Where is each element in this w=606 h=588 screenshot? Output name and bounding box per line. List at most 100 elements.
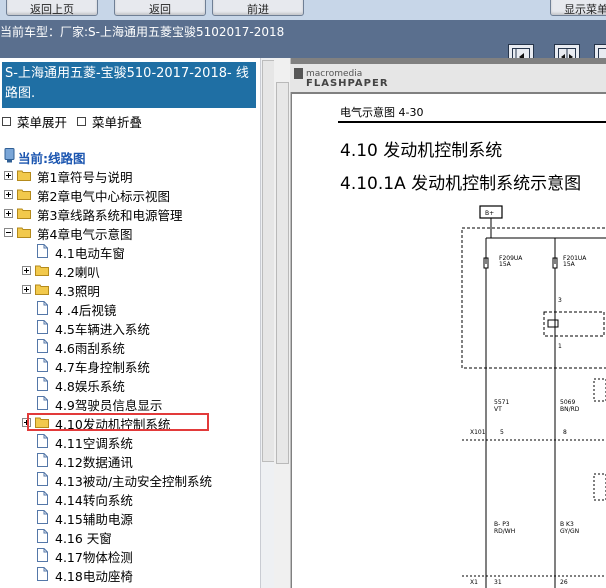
return-button[interactable]: 返回: [114, 0, 206, 16]
subsection-heading: 4.10.1A 发动机控制系统示意图: [340, 174, 582, 194]
tree-item[interactable]: 4.17物体检测: [0, 546, 258, 565]
tree-item[interactable]: 4.15辅助电源: [0, 508, 258, 527]
tree-current[interactable]: 当前:线路图: [0, 147, 258, 166]
fuse-block-outline: [461, 227, 606, 369]
connector-1-pin-2: 8: [563, 429, 567, 436]
tree-item[interactable]: 4.9驾驶员信息显示: [0, 394, 258, 413]
flashpaper-toolbar: macromedia FLASHPAPER: [290, 64, 606, 92]
tree-item-label: 4.8娱乐系统: [55, 379, 125, 394]
tree-item[interactable]: 4.11空调系统: [0, 432, 258, 451]
wire-2-id: 5069: [560, 399, 575, 406]
tree-item-label: 4.1电动车窗: [55, 246, 125, 261]
tree-item[interactable]: 4.8娱乐系统: [0, 375, 258, 394]
computer-icon: [4, 148, 15, 163]
back-button-label: 返回上页: [30, 3, 74, 16]
tree-item-label: 4.2喇叭: [55, 265, 100, 280]
document-icon: [37, 548, 48, 562]
wire-4-color: GY/GN: [560, 528, 579, 535]
collapse-all-link[interactable]: 菜单折叠: [77, 112, 142, 131]
folder-icon: [17, 189, 31, 200]
selection-highlight-box: [27, 413, 209, 431]
wire-2-color: BN/RD: [560, 406, 580, 413]
tree-item[interactable]: 第3章线路系统和电源管理: [0, 204, 258, 223]
tree-item[interactable]: 4.12数据通讯: [0, 451, 258, 470]
page-header: 电气示意图 4-30: [340, 106, 424, 119]
tree-item-label: 第4章电气示意图: [37, 227, 133, 242]
document-icon: [37, 358, 48, 372]
tree-item-label: 4.6雨刮系统: [55, 341, 125, 356]
tree-item-label: 4.5车辆进入系统: [55, 322, 150, 337]
tree-item[interactable]: 4.6雨刮系统: [0, 337, 258, 356]
wire-1-id: 5571: [494, 399, 509, 406]
tree-item[interactable]: 第4章电气示意图: [0, 223, 258, 242]
expand-plus-icon[interactable]: [4, 190, 13, 199]
expand-plus-icon[interactable]: [22, 285, 31, 294]
flashpaper-logo: macromedia FLASHPAPER: [294, 68, 389, 89]
tree-item-label: 4 .4后视镜: [55, 303, 117, 318]
connector-2-pin-1: 31: [494, 579, 502, 586]
connector-1-pin-1: 5: [500, 429, 504, 436]
tree-item[interactable]: 4.5车辆进入系统: [0, 318, 258, 337]
tree-item-label: 4.17物体检测: [55, 550, 133, 565]
document-icon: [37, 510, 48, 524]
tree-current-label: 当前:线路图: [18, 151, 86, 166]
expand-all-label: 菜单展开: [17, 115, 68, 130]
tree-item[interactable]: 第1章符号与说明: [0, 166, 258, 185]
tree-item-label: 第2章电气中心标示视图: [37, 189, 170, 204]
folder-icon: [35, 284, 49, 295]
folder-icon: [17, 170, 31, 181]
expand-plus-icon[interactable]: [22, 266, 31, 275]
viewer-scrollbar-thumb[interactable]: [276, 82, 289, 464]
document-icon: [37, 301, 48, 315]
forward-button[interactable]: 前进: [212, 0, 304, 16]
relay-pin-top: 3: [558, 297, 562, 304]
connector-2-pin-2: 26: [560, 579, 568, 586]
expand-all-link[interactable]: 菜单展开: [2, 112, 67, 131]
tree-item[interactable]: 4.18电动座椅: [0, 565, 258, 584]
section-heading: 4.10 发动机控制系统: [340, 141, 503, 161]
tree-item-label: 4.3照明: [55, 284, 100, 299]
tree-item-label: 4.12数据通讯: [55, 455, 133, 470]
tree-item[interactable]: 4.13被动/主动安全控制系统: [0, 470, 258, 489]
tree-item[interactable]: 4.14转向系统: [0, 489, 258, 508]
relay-coil-symbol: [547, 319, 559, 328]
wire-4-id: B K3: [560, 521, 574, 528]
panel-splitter[interactable]: [260, 58, 275, 588]
tree-item-label: 4.18电动座椅: [55, 569, 133, 584]
document-icon: [37, 377, 48, 391]
fuse-1-rating: 15A: [499, 261, 512, 268]
tree-item[interactable]: 4.3照明: [0, 280, 258, 299]
tree-item[interactable]: 4.2喇叭: [0, 261, 258, 280]
tree-item-label: 4.15辅助电源: [55, 512, 133, 527]
expand-plus-icon[interactable]: [4, 171, 13, 180]
tree-item[interactable]: 4.1电动车窗: [0, 242, 258, 261]
document-icon: [37, 567, 48, 581]
tree-item[interactable]: 4.16 天窗: [0, 527, 258, 546]
car-model-label: 当前车型：厂家:S-上海通用五菱宝骏5102017-2018: [0, 25, 285, 39]
tree-item[interactable]: 第2章电气中心标示视图: [0, 185, 258, 204]
collapse-all-label: 菜单折叠: [92, 115, 143, 130]
expand-plus-icon[interactable]: [4, 209, 13, 218]
show-menu-button[interactable]: 显示菜单: [550, 0, 606, 16]
wire-1-color: VT: [494, 406, 502, 413]
wire-3-id: B- P3: [494, 521, 510, 528]
document-icon: [37, 339, 48, 353]
show-menu-label: 显示菜单: [564, 3, 606, 16]
document-page: 电气示意图 4-30 4.10 发动机控制系统 4.10.1A 发动机控制系统示…: [292, 94, 606, 588]
back-button[interactable]: 返回上页: [6, 0, 98, 16]
document-icon: [37, 396, 48, 410]
expand-all-icon: [2, 117, 11, 126]
tree-item-label: 第3章线路系统和电源管理: [37, 208, 183, 223]
document-icon: [37, 320, 48, 334]
wire-3-color: RD/WH: [494, 528, 515, 535]
tree-item[interactable]: 4 .4后视镜: [0, 299, 258, 318]
forward-button-label: 前进: [247, 3, 269, 16]
document-icon: [37, 244, 48, 258]
tree-item[interactable]: 4.7车身控制系统: [0, 356, 258, 375]
viewer-scrollbar[interactable]: [274, 58, 291, 588]
car-model-bar: 当前车型：厂家:S-上海通用五菱宝骏5102017-2018: [0, 20, 606, 70]
document-viewer: macromedia FLASHPAPER 电气示意图 4-30 4.10 发动…: [274, 58, 606, 588]
collapse-all-icon: [77, 117, 86, 126]
folder-icon: [17, 227, 31, 238]
collapse-minus-icon[interactable]: [4, 228, 13, 237]
